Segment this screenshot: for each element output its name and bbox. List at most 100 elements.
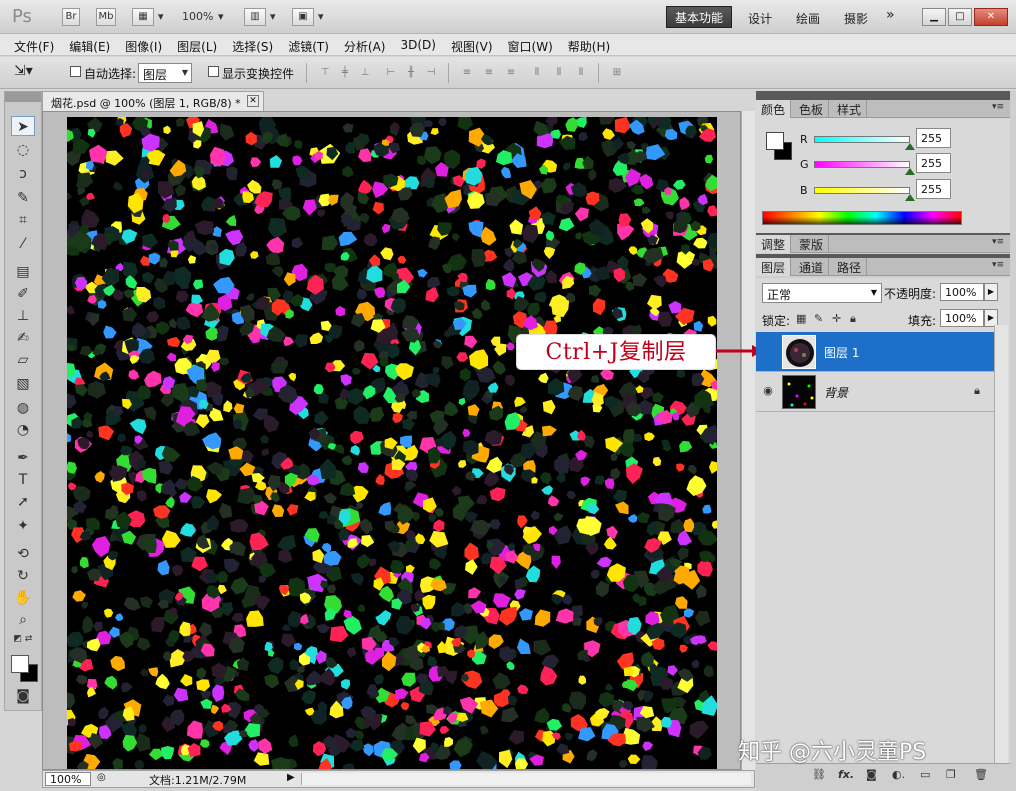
toolbox-grip[interactable] [5,92,41,102]
foreground-color-swatch[interactable] [11,655,29,673]
eye-icon[interactable]: ◉ [760,384,776,398]
blend-mode-dropdown[interactable]: 正常 ▼ [762,283,882,303]
clone-stamp-tool-icon[interactable]: ⊥ [11,306,35,326]
canvas-image[interactable] [67,117,717,769]
history-brush-tool-icon[interactable]: ✍ [11,328,35,348]
marquee-tool-icon[interactable]: ◌ [11,140,35,160]
menu-select[interactable]: 选择(S) [230,34,279,55]
chevron-down-icon[interactable]: ▾ [318,10,324,23]
move-tool-preset-icon[interactable]: ⇲▾ [14,63,54,83]
3d-rotate-tool-icon[interactable]: ⟲ [11,544,35,564]
close-icon[interactable]: ✕ [974,8,1008,26]
tab-adjustments[interactable]: 调整 [756,235,792,253]
tab-channels[interactable]: 通道 [794,258,830,276]
quick-select-tool-icon[interactable]: ✎ [11,188,35,208]
chevron-down-icon[interactable]: ▾ [270,10,276,23]
channel-b-slider[interactable] [814,187,910,194]
auto-align-layers-icon[interactable]: ⊞ [610,67,624,79]
arrange-documents-icon[interactable]: ▥ [244,8,266,26]
channel-r-value[interactable]: 255 [916,128,951,148]
visibility-toggle[interactable] [760,344,776,358]
auto-select-checkbox[interactable] [70,66,81,77]
menu-view[interactable]: 视图(V) [449,34,499,55]
blur-tool-icon[interactable]: ◍ [11,398,35,418]
distribute-hcenter-icon[interactable]: ⫴ [552,67,566,79]
layer-row-layer1[interactable]: 图层 1 [756,332,994,372]
menu-window[interactable]: 窗口(W) [506,34,559,55]
tab-masks[interactable]: 蒙版 [794,235,830,253]
path-select-tool-icon[interactable]: ➚ [11,492,35,512]
link-icon[interactable]: ⛓ [812,768,826,781]
type-tool-icon[interactable]: T [11,470,35,490]
menu-3d[interactable]: 3D(D) [398,34,441,55]
zoom-level[interactable]: 100% [182,10,213,23]
workspace-design[interactable]: 设计 [748,10,772,27]
tab-swatches[interactable]: 色板 [794,100,830,118]
group-icon[interactable]: ▭ [920,768,930,781]
channel-g-slider[interactable] [814,161,910,168]
menu-filter[interactable]: 滤镜(T) [286,34,335,55]
opacity-slider-icon[interactable]: ▶ [984,283,998,301]
align-vcenter-icon[interactable]: ╪ [338,67,352,79]
opacity-field[interactable]: 100% [940,283,984,301]
tab-paths[interactable]: 路径 [832,258,868,276]
lock-position-icon[interactable]: ✛ [832,312,841,325]
panel-menu-icon[interactable]: ▾≡ [992,260,1004,270]
vertical-scrollbar[interactable] [741,111,755,770]
lock-all-icon[interactable]: 🔒︎ [850,312,856,326]
trash-icon[interactable]: 🗑︎ [974,768,988,781]
gradient-tool-icon[interactable]: ▧ [11,374,35,394]
menu-analysis[interactable]: 分析(A) [342,34,392,55]
align-hcenter-icon[interactable]: ╫ [404,67,418,79]
menu-edit[interactable]: 编辑(E) [67,34,116,55]
slider-thumb[interactable] [905,194,915,201]
mask-icon[interactable]: ◙ [866,768,877,781]
horizontal-scrollbar[interactable] [301,773,751,785]
move-tool-icon[interactable]: ➤ [11,116,35,136]
panel-menu-icon[interactable]: ▾≡ [992,237,1004,247]
auto-select-dropdown[interactable]: 图层 ▼ [138,63,192,83]
eyedropper-tool-icon[interactable]: ⁄ [11,234,35,254]
distribute-right-icon[interactable]: ⫴ [574,67,588,79]
tab-layers[interactable]: 图层 [756,258,792,276]
quick-mask-icon[interactable]: ◙ [11,686,35,706]
align-left-icon[interactable]: ⊢ [384,67,398,79]
color-spectrum-bar[interactable] [762,211,962,225]
channel-b-value[interactable]: 255 [916,179,951,199]
shape-tool-icon[interactable]: ✦ [11,516,35,536]
adjustment-icon[interactable]: ◐. [892,768,905,781]
menu-file[interactable]: 文件(F) [12,34,60,55]
layer-name[interactable]: 图层 1 [824,344,859,361]
chevron-down-icon[interactable]: ▾ [158,10,164,23]
menu-help[interactable]: 帮助(H) [566,34,616,55]
chevron-down-icon[interactable]: ▾ [218,10,224,23]
document-tab[interactable]: 烟花.psd @ 100% (图层 1, RGB/8) * ✕ [42,91,264,111]
status-options-icon[interactable]: ◎ [97,772,106,783]
distribute-bottom-icon[interactable]: ≡ [504,67,518,79]
layers-scrollbar[interactable] [994,325,1008,765]
dodge-tool-icon[interactable]: ◔ [11,420,35,440]
crop-tool-icon[interactable]: ⌗ [11,210,35,230]
close-icon[interactable]: ✕ [247,95,259,107]
lock-transparency-icon[interactable]: ▦ [796,312,806,325]
view-extras-icon[interactable]: ▦ [132,8,154,26]
distribute-vcenter-icon[interactable]: ≡ [482,67,496,79]
new-layer-icon[interactable]: ❐ [946,768,956,781]
menu-image[interactable]: 图像(I) [123,34,168,55]
menu-layer[interactable]: 图层(L) [175,34,223,55]
status-menu-icon[interactable]: ▶ [287,772,295,783]
align-top-icon[interactable]: ⊤ [318,67,332,79]
channel-g-value[interactable]: 255 [916,153,951,173]
minibridge-button[interactable]: Mb [96,8,116,26]
workspace-essentials-button[interactable]: 基本功能 [666,6,732,28]
more-workspaces-icon[interactable]: » [886,7,895,23]
workspace-painting[interactable]: 绘画 [796,10,820,27]
fill-field[interactable]: 100% [940,309,984,327]
zoom-tool-icon[interactable]: ⌕ [11,610,35,630]
align-right-icon[interactable]: ⊣ [424,67,438,79]
layer-row-background[interactable]: ◉ 背景 🔒︎ [756,372,994,412]
zoom-field[interactable]: 100% [45,772,91,786]
maximize-icon[interactable]: □ [948,8,972,26]
slider-thumb[interactable] [905,143,915,150]
minimize-icon[interactable]: ▁ [922,8,946,26]
